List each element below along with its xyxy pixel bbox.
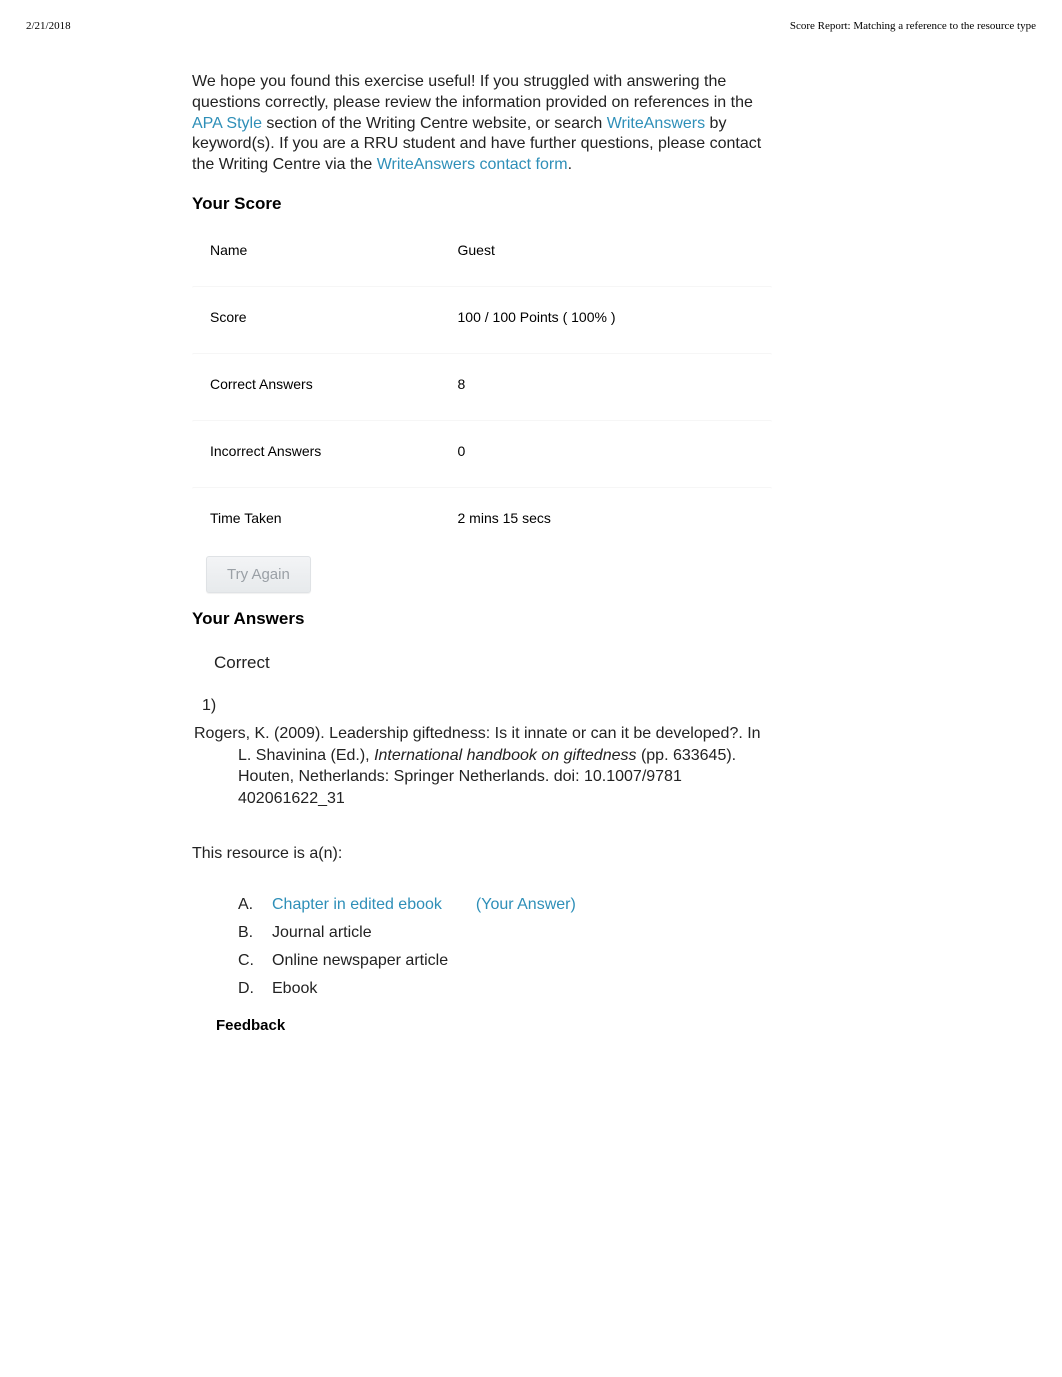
option-letter-b: B.: [238, 924, 258, 942]
option-a: A. Chapter in edited ebook (Your Answer): [238, 891, 772, 919]
score-value-score: 100 / 100 Points ( 100% ): [458, 309, 761, 325]
score-label-name: Name: [210, 242, 458, 258]
try-again-container: Try Again: [192, 548, 772, 593]
answer-options: A. Chapter in edited ebook (Your Answer)…: [192, 881, 772, 1003]
option-text-a: Chapter in edited ebook: [272, 896, 442, 914]
score-label-incorrect: Incorrect Answers: [210, 443, 458, 459]
score-value-incorrect: 0: [458, 443, 761, 459]
option-letter-d: D.: [238, 980, 258, 998]
option-text-d: Ebook: [272, 980, 317, 998]
your-answers-heading: Your Answers: [192, 609, 772, 629]
score-row-score: Score 100 / 100 Points ( 100% ): [192, 286, 772, 347]
print-date: 2/21/2018: [26, 20, 71, 32]
score-table: Name Guest Score 100 / 100 Points ( 100%…: [192, 220, 772, 548]
intro-text-1: We hope you found this exercise useful! …: [192, 73, 753, 111]
score-value-correct: 8: [458, 376, 761, 392]
try-again-button[interactable]: Try Again: [206, 556, 311, 593]
score-label-correct: Correct Answers: [210, 376, 458, 392]
intro-paragraph: We hope you found this exercise useful! …: [192, 72, 772, 176]
your-answer-label: (Your Answer): [476, 896, 576, 914]
score-label-score: Score: [210, 309, 458, 325]
question-prompt: This resource is a(n):: [192, 809, 772, 881]
intro-text-2: section of the Writing Centre website, o…: [262, 115, 607, 132]
option-c: C. Online newspaper article: [238, 947, 772, 975]
score-value-name: Guest: [458, 242, 761, 258]
answers-block: Correct 1) Rogers, K. (2009). Leadership…: [192, 635, 772, 1034]
option-b: B. Journal article: [238, 919, 772, 947]
reference-text-title: International handbook on giftedness: [374, 747, 636, 764]
your-score-heading: Your Score: [192, 194, 772, 214]
link-apa-style[interactable]: APA Style: [192, 115, 262, 132]
option-text-c: Online newspaper article: [272, 952, 448, 970]
print-title: Score Report: Matching a reference to th…: [790, 20, 1036, 32]
score-row-incorrect: Incorrect Answers 0: [192, 420, 772, 481]
feedback-heading: Feedback: [192, 1003, 772, 1034]
page-print-header: 2/21/2018 Score Report: Matching a refer…: [0, 0, 1062, 32]
score-row-name: Name Guest: [192, 220, 772, 280]
answer-status-correct: Correct: [192, 635, 772, 687]
option-letter-a: A.: [238, 896, 258, 914]
question-number: 1): [192, 687, 772, 723]
intro-text-end: .: [568, 156, 572, 173]
link-writeanswers-contact-form[interactable]: WriteAnswers contact form: [377, 156, 568, 173]
option-letter-c: C.: [238, 952, 258, 970]
score-row-correct: Correct Answers 8: [192, 353, 772, 414]
score-row-time: Time Taken 2 mins 15 secs: [192, 487, 772, 548]
link-writeanswers[interactable]: WriteAnswers: [607, 115, 705, 132]
score-label-time: Time Taken: [210, 510, 458, 526]
question-reference: Rogers, K. (2009). Leadership giftedness…: [192, 723, 772, 809]
score-value-time: 2 mins 15 secs: [458, 510, 761, 526]
option-d: D. Ebook: [238, 975, 772, 1003]
content-container: We hope you found this exercise useful! …: [192, 72, 772, 1034]
option-text-b: Journal article: [272, 924, 372, 942]
